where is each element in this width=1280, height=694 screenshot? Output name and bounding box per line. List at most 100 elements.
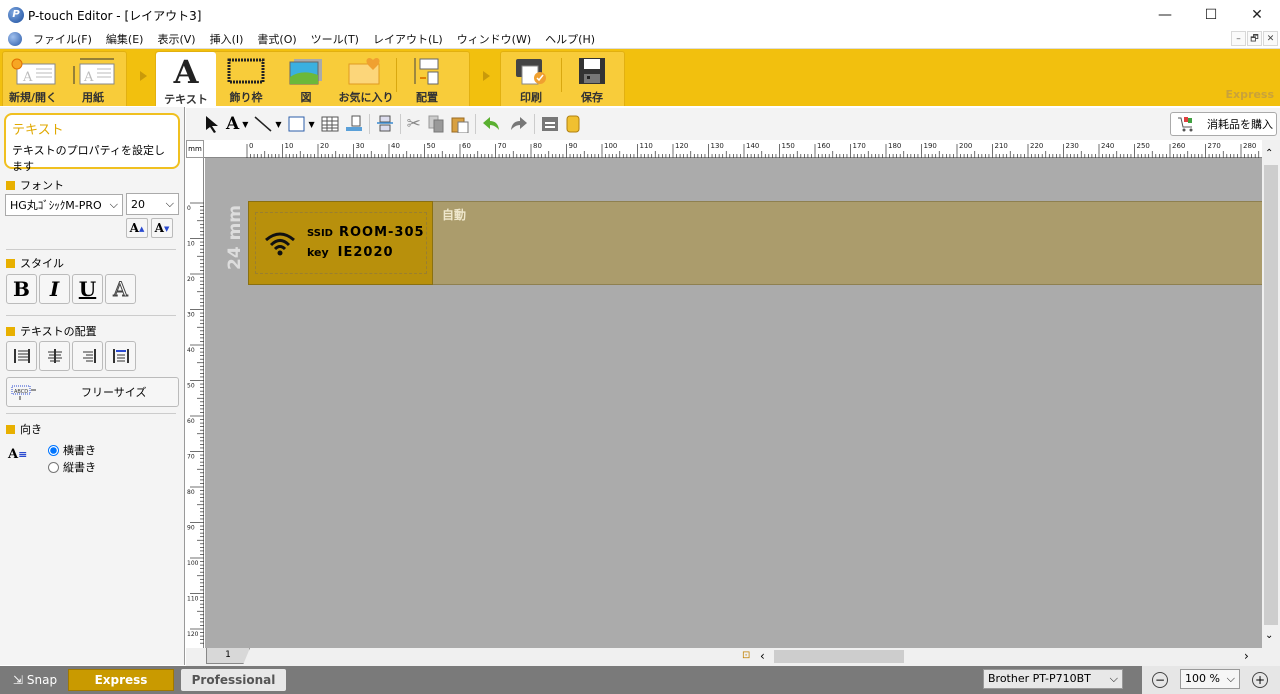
underline-button[interactable]: U [72, 274, 103, 304]
undo-button[interactable] [482, 113, 502, 135]
menu-tools[interactable]: ツール(T) [304, 31, 366, 47]
new-open-button[interactable]: A 新規/開く [3, 52, 63, 107]
align-right-button[interactable] [72, 341, 103, 371]
text-tool-button[interactable]: A ▼ [226, 113, 248, 135]
vertical-radio[interactable]: 縦書き [48, 459, 96, 475]
zoom-select[interactable]: 100 % ⌵ [1180, 669, 1240, 689]
menu-file[interactable]: ファイル(F) [26, 31, 99, 47]
page-tab[interactable]: 1 [206, 648, 250, 664]
object-properties-button[interactable] [541, 113, 559, 135]
scroll-left-icon[interactable]: ‹ [760, 649, 765, 663]
ruler-tick-label: 80 [533, 142, 542, 150]
print-button[interactable]: 印刷 [501, 52, 561, 107]
express-mode-button[interactable]: Express [68, 669, 174, 691]
paste-button[interactable] [451, 113, 469, 135]
align-justify-icon [112, 349, 129, 363]
align-left-icon [13, 349, 30, 363]
save-label: 保存 [581, 91, 603, 104]
label-object[interactable]: SSID ROOM-305 key IE2020 [248, 201, 433, 285]
auto-length-area[interactable]: 自動 [433, 201, 1263, 285]
shape-tool-button[interactable]: ▼ [288, 113, 315, 135]
ruler-tick-label: 110 [187, 596, 199, 603]
object-layout-button[interactable] [376, 113, 394, 135]
horizontal-scroll-thumb[interactable] [774, 650, 904, 663]
menu-layout[interactable]: レイアウト(L) [366, 31, 450, 47]
direction-section-header: 向き [6, 421, 42, 437]
shopping-cart-icon [1178, 117, 1193, 132]
menu-view[interactable]: 表示(V) [150, 31, 202, 47]
paste-icon [451, 117, 469, 133]
document-icon[interactable] [8, 32, 22, 46]
chevron-down-icon: ⌵ [165, 197, 174, 210]
menu-edit[interactable]: 編集(E) [99, 31, 151, 47]
menu-insert[interactable]: 挿入(I) [203, 31, 251, 47]
pointer-icon [206, 116, 218, 133]
mdi-restore-button[interactable]: 🗗 [1247, 31, 1262, 46]
font-shrink-button[interactable]: A ▼ [151, 218, 173, 238]
new-page-icon[interactable]: ⊡ [742, 650, 750, 661]
menu-window[interactable]: ウィンドウ(W) [450, 31, 538, 47]
arrange-button[interactable]: 配置 [397, 52, 457, 107]
ruler-tick-label: 260 [1172, 142, 1185, 150]
outline-style-button[interactable]: A [105, 274, 136, 304]
ribbon-group-insert: A テキスト 飾り枠 図 お気に入り 配置 [155, 51, 470, 109]
font-name-select[interactable]: HG丸ｺﾞｼｯｸM-PRO ⌵ [5, 194, 123, 216]
select-tool-button[interactable] [204, 113, 220, 135]
database-link-button[interactable] [345, 113, 363, 135]
ribbon-group-file: A 新規/開く A 用紙 [2, 51, 127, 106]
ruler-tick-label: 200 [959, 142, 972, 150]
table-tool-button[interactable] [321, 113, 339, 135]
align-justify-button[interactable] [105, 341, 136, 371]
professional-mode-button[interactable]: Professional [181, 669, 286, 691]
divider [6, 315, 176, 316]
zoom-in-button[interactable]: + [1252, 672, 1268, 688]
bold-button[interactable]: B [6, 274, 37, 304]
scroll-down-icon[interactable]: ⌄ [1265, 630, 1273, 641]
snap-button[interactable]: ⇲ Snap [6, 669, 64, 691]
paper-button[interactable]: A 用紙 [63, 52, 123, 107]
scroll-up-icon[interactable]: ⌃ [1265, 148, 1273, 159]
text-tab-button[interactable]: A テキスト [156, 52, 216, 109]
vertical-scrollbar[interactable]: ⌃ ⌄ [1262, 140, 1280, 648]
copy-button[interactable] [427, 113, 445, 135]
ruler-tick-label: 230 [1066, 142, 1079, 150]
cut-button[interactable]: ✂ [407, 113, 421, 135]
printer-select[interactable]: Brother PT-P710BT ⌵ [983, 669, 1123, 689]
vertical-radio-input[interactable] [48, 461, 59, 473]
print-icon [516, 58, 546, 84]
line-tool-button[interactable]: ▼ [254, 113, 282, 135]
chevron-down-icon: ⌵ [1109, 672, 1118, 685]
menu-format[interactable]: 書式(O) [250, 31, 303, 47]
frame-button[interactable]: 飾り枠 [216, 52, 276, 107]
menu-help[interactable]: ヘルプ(H) [538, 31, 602, 47]
redo-button[interactable] [508, 113, 528, 135]
ruler-tick-label: 60 [462, 142, 471, 150]
align-right-icon [82, 349, 96, 363]
italic-button[interactable]: I [39, 274, 70, 304]
font-size-select[interactable]: 20 ⌵ [126, 193, 179, 215]
ruler-tick-label: 70 [498, 142, 507, 150]
mdi-close-button[interactable]: ✕ [1263, 31, 1278, 46]
tape-cassette-button[interactable] [565, 113, 581, 135]
favorites-button[interactable]: お気に入り [336, 52, 396, 107]
align-center-button[interactable] [39, 341, 70, 371]
scroll-right-icon[interactable]: › [1244, 649, 1249, 663]
zoom-out-button[interactable]: − [1152, 672, 1168, 688]
vertical-scroll-thumb[interactable] [1264, 165, 1278, 625]
wifi-icon [265, 232, 295, 256]
horizontal-radio-input[interactable] [48, 444, 59, 456]
mdi-minimize-button[interactable]: – [1231, 31, 1246, 46]
maximize-button[interactable]: ☐ [1188, 0, 1234, 30]
minimize-button[interactable]: — [1142, 0, 1188, 30]
layout-canvas[interactable]: 24 mm SSID ROOM-305 key IE2020 自動 [205, 158, 1263, 648]
align-left-button[interactable] [6, 341, 37, 371]
font-grow-button[interactable]: A ▲ [126, 218, 148, 238]
free-size-button[interactable]: ABCD フリーサイズ [6, 377, 179, 407]
close-button[interactable]: ✕ [1234, 0, 1280, 30]
image-button[interactable]: 図 [276, 52, 336, 107]
save-button[interactable]: 保存 [562, 52, 622, 107]
horizontal-radio[interactable]: 横書き [48, 442, 96, 458]
buy-supplies-button[interactable]: 消耗品を購入 [1170, 112, 1277, 136]
ruler-tick-label: 30 [356, 142, 365, 150]
menu-bar: ファイル(F) 編集(E) 表示(V) 挿入(I) 書式(O) ツール(T) レ… [0, 30, 1280, 48]
